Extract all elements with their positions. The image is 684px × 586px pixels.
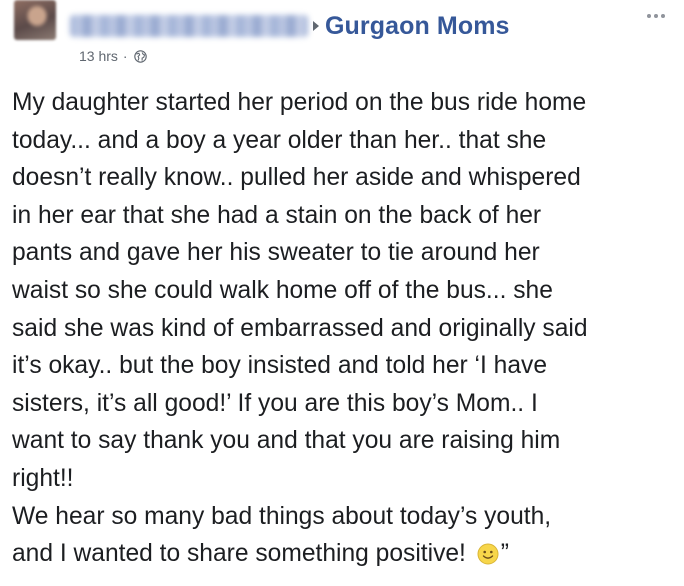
- post-header: Gurgaon Moms: [70, 8, 510, 44]
- post-text-line: doesn’t really know.. pulled her aside a…: [12, 164, 581, 192]
- timestamp[interactable]: 13 hrs: [79, 48, 118, 64]
- group-name-link[interactable]: Gurgaon Moms: [325, 12, 510, 41]
- more-options-icon[interactable]: [641, 6, 671, 26]
- post-text-line: in her ear that she had a stain on the b…: [12, 201, 542, 229]
- post-text-line: waist so she could walk home off of the …: [12, 276, 553, 304]
- facebook-post: Gurgaon Moms 13 hrs · My daughter starte…: [0, 0, 684, 586]
- author-name-blurred[interactable]: [70, 15, 308, 37]
- post-text-line: said she was kind of embarrassed and ori…: [12, 314, 588, 342]
- post-body: My daughter started her period on the bu…: [12, 84, 680, 573]
- post-text-line: My daughter started her period on the bu…: [12, 89, 587, 116]
- post-text-line: pants and gave her his sweater to tie ar…: [12, 239, 540, 267]
- post-text-line: sisters, it’s all good!’ If you are this…: [12, 389, 538, 417]
- avatar[interactable]: [14, 0, 56, 40]
- post-text-line: We hear so many bad things about today’s…: [12, 502, 552, 530]
- post-text-line: right!!: [12, 464, 74, 492]
- post-text-line: and I wanted to share something positive…: [12, 540, 466, 568]
- post-text-line: it’s okay.. but the boy insisted and tol…: [12, 352, 548, 380]
- shared-to-arrow-icon: [313, 21, 319, 31]
- post-text-line: today... and a boy a year older than her…: [12, 126, 547, 154]
- smile-emoji-icon: [477, 543, 499, 565]
- meta-separator: ·: [122, 48, 128, 64]
- post-text-line: want to say thank you and that you are r…: [12, 427, 561, 455]
- post-meta: 13 hrs ·: [79, 48, 147, 64]
- globe-icon[interactable]: [133, 49, 147, 63]
- closing-quote: ”: [500, 540, 509, 568]
- post-text-last-line: and I wanted to share something positive…: [12, 535, 680, 573]
